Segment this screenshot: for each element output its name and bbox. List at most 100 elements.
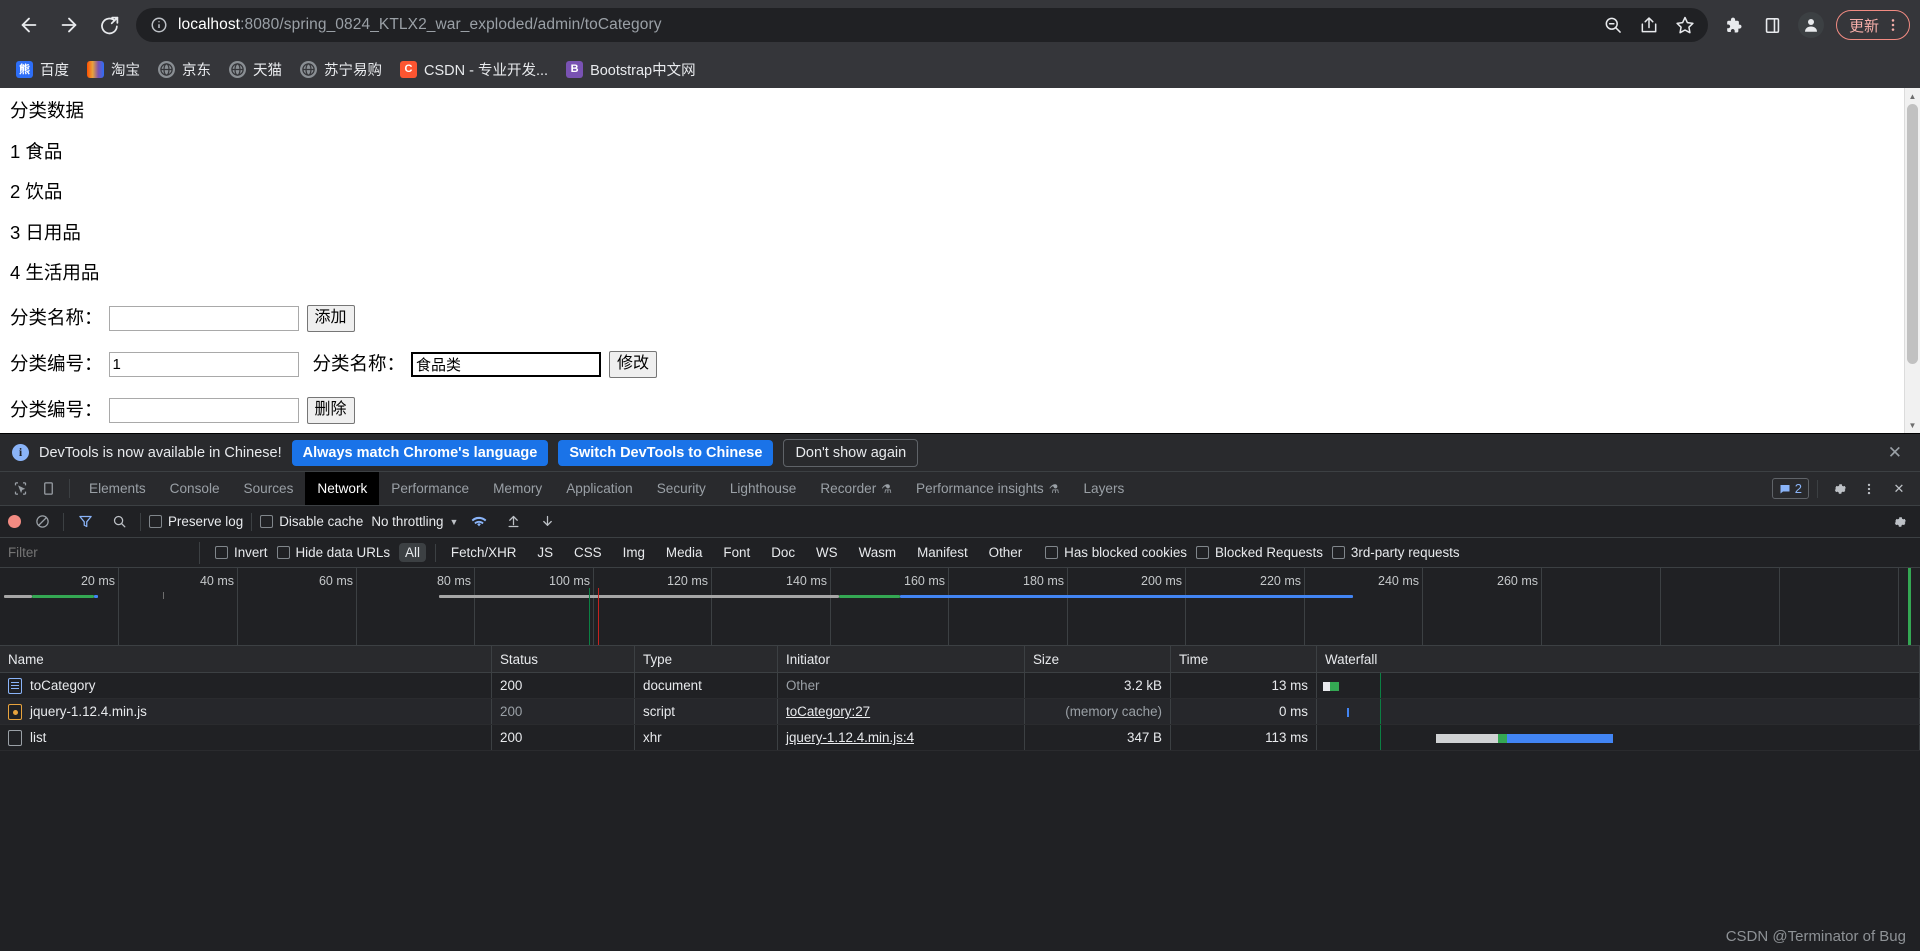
column-header-waterfall[interactable]: Waterfall — [1317, 646, 1920, 672]
blocked-requests-checkbox[interactable]: Blocked Requests — [1195, 545, 1323, 560]
initiator-link[interactable]: jquery-1.12.4.min.js:4 — [786, 730, 914, 745]
request-initiator-cell[interactable]: jquery-1.12.4.min.js:4 — [778, 725, 1025, 750]
export-har-icon[interactable] — [534, 509, 560, 535]
invert-checkbox[interactable]: Invert — [215, 545, 268, 560]
filter-type-doc[interactable]: Doc — [765, 543, 801, 562]
update-button[interactable]: 更新 — [1835, 10, 1910, 40]
column-header-size[interactable]: Size — [1025, 646, 1171, 672]
reload-icon[interactable] — [90, 6, 128, 44]
bookmark-star-icon[interactable] — [1672, 12, 1698, 38]
tab-performance-insights[interactable]: Performance insights ⚗ — [904, 472, 1071, 505]
filter-type-js[interactable]: JS — [531, 543, 559, 562]
side-panel-icon[interactable] — [1757, 9, 1789, 41]
console-message-badge[interactable]: 2 — [1771, 478, 1809, 499]
throttling-select[interactable]: No throttling ▼ — [371, 514, 458, 529]
column-header-status[interactable]: Status — [492, 646, 635, 672]
tab-network[interactable]: Network — [305, 472, 380, 505]
add-name-input[interactable] — [108, 305, 299, 331]
tab-console[interactable]: Console — [158, 472, 232, 505]
filter-type-other[interactable]: Other — [983, 543, 1029, 562]
close-icon[interactable]: ✕ — [1882, 443, 1908, 463]
disable-cache-checkbox[interactable]: Disable cache — [260, 514, 363, 529]
column-header-time[interactable]: Time — [1171, 646, 1317, 672]
import-har-icon[interactable] — [500, 509, 526, 535]
devtools-menu-kebab-icon[interactable] — [1856, 476, 1882, 502]
edit-name-input[interactable] — [411, 351, 602, 377]
bookmark-item[interactable]: C CSDN - 专业开发... — [392, 55, 556, 84]
add-button[interactable]: 添加 — [306, 304, 355, 332]
clear-button[interactable] — [29, 509, 55, 535]
filter-type-css[interactable]: CSS — [568, 543, 608, 562]
settings-gear-icon[interactable] — [1826, 476, 1852, 502]
filter-icon[interactable] — [72, 509, 98, 535]
search-icon[interactable] — [106, 509, 132, 535]
request-name-cell[interactable]: jquery-1.12.4.min.js — [0, 699, 492, 724]
bookmark-item[interactable]: 天猫 — [221, 55, 290, 84]
inspect-element-icon[interactable] — [6, 472, 34, 505]
device-toolbar-icon[interactable] — [34, 472, 62, 505]
hide-data-urls-checkbox[interactable]: Hide data URLs — [276, 545, 390, 560]
modify-button[interactable]: 修改 — [609, 350, 658, 378]
filter-type-media[interactable]: Media — [660, 543, 708, 562]
request-initiator-cell[interactable]: toCategory:27 — [778, 699, 1025, 724]
filter-type-wasm[interactable]: Wasm — [853, 543, 902, 562]
request-name-cell[interactable]: list — [0, 725, 492, 750]
table-row[interactable]: jquery-1.12.4.min.js 200 script toCatego… — [0, 699, 1920, 725]
search-icon[interactable] — [1600, 12, 1626, 38]
delete-id-input[interactable] — [108, 397, 299, 423]
page-scrollbar[interactable]: ▲ ▼ — [1904, 88, 1920, 433]
devtools-close-icon[interactable]: ✕ — [1886, 476, 1912, 502]
network-settings-gear-icon[interactable] — [1886, 509, 1912, 535]
extensions-puzzle-icon[interactable] — [1717, 9, 1749, 41]
scrollbar-thumb[interactable] — [1907, 104, 1918, 364]
tab-sources[interactable]: Sources — [232, 472, 306, 505]
table-row[interactable]: list 200 xhr jquery-1.12.4.min.js:4 347 … — [0, 725, 1920, 751]
filter-type-all[interactable]: All — [399, 543, 426, 562]
site-info-icon[interactable] — [150, 16, 168, 34]
network-overview-timeline[interactable]: 20 ms 40 ms 60 ms 80 ms 100 ms 120 ms 14… — [0, 568, 1920, 646]
record-button[interactable] — [8, 515, 21, 528]
column-header-type[interactable]: Type — [635, 646, 778, 672]
share-icon[interactable] — [1636, 12, 1662, 38]
address-bar[interactable]: localhost:8080/spring_0824_KTLX2_war_exp… — [136, 8, 1708, 42]
filter-type-font[interactable]: Font — [717, 543, 756, 562]
filter-type-fetch-xhr[interactable]: Fetch/XHR — [445, 543, 522, 562]
dont-show-again-button[interactable]: Don't show again — [783, 438, 919, 467]
bookmark-item[interactable]: 京东 — [150, 55, 219, 84]
filter-type-img[interactable]: Img — [617, 543, 651, 562]
tab-memory[interactable]: Memory — [481, 472, 554, 505]
bookmark-item[interactable]: 熊 百度 — [8, 55, 77, 84]
forward-arrow-icon[interactable] — [50, 6, 88, 44]
tab-layers[interactable]: Layers — [1071, 472, 1136, 505]
third-party-requests-checkbox[interactable]: 3rd-party requests — [1331, 545, 1460, 560]
scroll-down-arrow-icon[interactable]: ▼ — [1905, 417, 1920, 433]
preserve-log-checkbox[interactable]: Preserve log — [149, 514, 243, 529]
filter-type-manifest[interactable]: Manifest — [911, 543, 974, 562]
bookmark-item[interactable]: 淘宝 — [79, 55, 148, 84]
tab-lighthouse[interactable]: Lighthouse — [718, 472, 809, 505]
tab-elements[interactable]: Elements — [77, 472, 158, 505]
column-header-name[interactable]: Name — [0, 646, 492, 672]
filter-type-ws[interactable]: WS — [810, 543, 844, 562]
has-blocked-cookies-checkbox[interactable]: Has blocked cookies — [1045, 545, 1187, 560]
switch-to-chinese-button[interactable]: Switch DevTools to Chinese — [558, 439, 774, 466]
bookmark-item[interactable]: 苏宁易购 — [292, 55, 390, 84]
initiator-link[interactable]: toCategory:27 — [786, 704, 870, 719]
tab-recorder[interactable]: Recorder ⚗ — [808, 472, 904, 505]
back-arrow-icon[interactable] — [10, 6, 48, 44]
browser-menu-kebab-icon[interactable] — [1881, 17, 1905, 33]
edit-id-input[interactable] — [108, 351, 299, 377]
filter-input[interactable] — [0, 541, 200, 564]
network-conditions-wifi-icon[interactable] — [466, 509, 492, 535]
tab-performance[interactable]: Performance — [379, 472, 481, 505]
column-header-initiator[interactable]: Initiator — [778, 646, 1025, 672]
tab-security[interactable]: Security — [645, 472, 718, 505]
tab-application[interactable]: Application — [554, 472, 645, 505]
scroll-up-arrow-icon[interactable]: ▲ — [1905, 88, 1920, 104]
delete-button[interactable]: 删除 — [306, 396, 355, 424]
always-match-language-button[interactable]: Always match Chrome's language — [291, 439, 549, 466]
bookmark-item[interactable]: B Bootstrap中文网 — [558, 55, 704, 84]
profile-avatar[interactable] — [1797, 12, 1824, 38]
request-name-cell[interactable]: toCategory — [0, 673, 492, 698]
table-row[interactable]: toCategory 200 document Other 3.2 kB 13 … — [0, 673, 1920, 699]
